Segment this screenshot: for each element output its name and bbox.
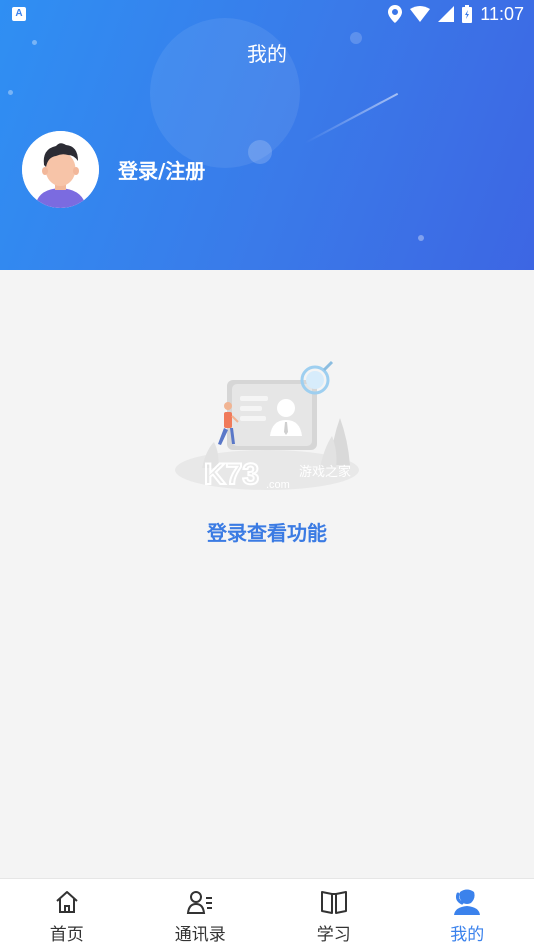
status-time: 11:07 xyxy=(480,3,524,24)
status-bar: A 11:07 xyxy=(0,0,534,28)
tab-study-label: 学习 xyxy=(316,925,351,945)
login-to-view-button[interactable]: 登录查看功能 xyxy=(0,517,534,546)
header-decoration xyxy=(248,140,272,164)
signal-icon xyxy=(438,6,455,22)
header-decoration xyxy=(304,92,399,144)
tab-study[interactable]: 学习 xyxy=(267,879,401,948)
avatar[interactable] xyxy=(22,131,99,208)
login-register-link[interactable]: 登录/注册 xyxy=(118,155,205,184)
tab-home-label: 首页 xyxy=(49,925,84,945)
tab-profile[interactable]: 我的 xyxy=(401,879,534,948)
bottom-tab-bar: 首页 通讯录 学习 我的 xyxy=(0,878,534,948)
tab-home[interactable]: 首页 xyxy=(0,879,134,948)
tab-contacts[interactable]: 通讯录 xyxy=(134,879,268,948)
svg-text:K73: K73 xyxy=(204,458,259,491)
home-icon xyxy=(52,887,82,917)
svg-text:游戏之家: 游戏之家 xyxy=(299,464,351,480)
app-notification-icon: A xyxy=(12,7,26,21)
profile-icon xyxy=(452,887,482,917)
book-icon xyxy=(319,887,349,917)
tab-contacts-label: 通讯录 xyxy=(174,925,226,945)
status-indicators: 11:07 xyxy=(388,3,524,25)
svg-text:.com: .com xyxy=(266,479,290,491)
header-decoration xyxy=(8,90,13,95)
location-icon xyxy=(388,5,403,23)
tab-profile-label: 我的 xyxy=(450,925,485,945)
contacts-icon xyxy=(185,887,215,917)
default-avatar-icon xyxy=(22,131,99,208)
k73-watermark-logo: K73 游戏之家 .com xyxy=(203,457,364,492)
page-title: 我的 xyxy=(247,42,287,66)
wifi-icon xyxy=(410,6,431,22)
header-decoration xyxy=(418,235,424,241)
profile-header: A 11:07 我的 登录/注册 xyxy=(0,0,534,270)
battery-icon xyxy=(462,5,473,23)
